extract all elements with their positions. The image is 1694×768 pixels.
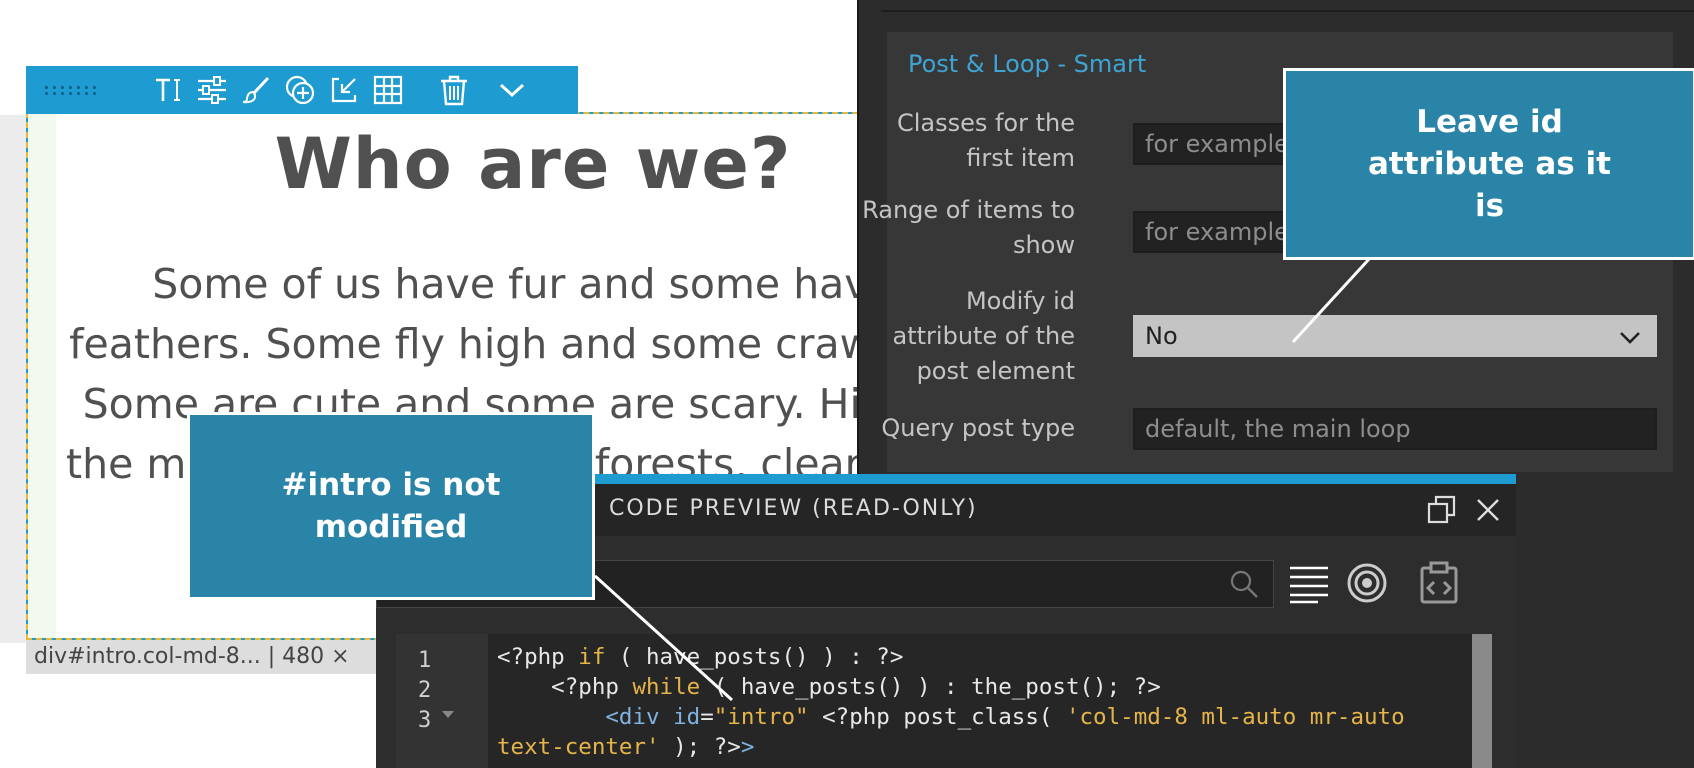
query-post-type-label: Query post type xyxy=(881,414,1075,442)
chevron-down-icon xyxy=(1620,332,1640,344)
callout-text: Leave id attribute as it is xyxy=(1368,104,1611,224)
modify-id-select[interactable]: No xyxy=(1133,315,1657,357)
range-items-label: Range of items to show xyxy=(862,196,1075,259)
text-icon[interactable] xyxy=(146,66,190,114)
paste-code-icon[interactable] xyxy=(1416,560,1462,606)
panel-divider xyxy=(881,10,1694,12)
target-icon[interactable] xyxy=(1346,562,1388,604)
insert-icon[interactable] xyxy=(278,66,322,114)
element-toolbar xyxy=(26,66,578,114)
trash-icon[interactable] xyxy=(432,66,476,114)
callout-intro-not-modified: #intro is not modified xyxy=(187,412,595,600)
search-icon[interactable] xyxy=(1229,569,1259,599)
line-number: 2 xyxy=(418,678,432,703)
close-icon[interactable] xyxy=(1474,496,1502,524)
callout-leave-id: Leave id attribute as it is xyxy=(1283,68,1694,260)
code-content: <?php if ( have_posts() ) : ?> <?php whi… xyxy=(497,644,1405,760)
import-icon[interactable] xyxy=(322,66,366,114)
line-number: 1 xyxy=(418,648,432,673)
scrollbar[interactable] xyxy=(1472,634,1492,768)
modify-id-label: Modify id attribute of the post element xyxy=(892,287,1075,385)
code-preview-title: CODE PREVIEW (READ-ONLY) xyxy=(609,496,978,521)
line-number: 3 xyxy=(418,708,432,733)
element-padding xyxy=(28,114,56,638)
drag-handle-icon[interactable] xyxy=(26,66,116,114)
canvas-gutter xyxy=(0,115,26,643)
settings-sliders-icon[interactable] xyxy=(190,66,234,114)
chevron-down-icon[interactable] xyxy=(490,66,534,114)
element-status-bar: div#intro.col-md-8... | 480 × xyxy=(26,640,382,674)
callout-text: #intro is not modified xyxy=(281,467,501,545)
restore-window-icon[interactable] xyxy=(1426,494,1458,526)
word-wrap-icon[interactable] xyxy=(1288,562,1330,604)
query-post-type-input[interactable]: default, the main loop xyxy=(1133,408,1657,450)
brush-icon[interactable] xyxy=(234,66,278,114)
classes-first-item-label: Classes for the first item xyxy=(896,109,1075,172)
fold-arrow-icon[interactable] xyxy=(442,711,454,718)
grid-icon[interactable] xyxy=(366,66,410,114)
modify-id-value: No xyxy=(1145,322,1178,350)
code-editor[interactable]: 1 2 3 <?php if ( have_posts() ) : ?> <?p… xyxy=(396,634,1492,768)
line-number-gutter: 1 2 3 xyxy=(396,634,488,768)
section-title[interactable]: Post & Loop - Smart xyxy=(908,50,1146,78)
